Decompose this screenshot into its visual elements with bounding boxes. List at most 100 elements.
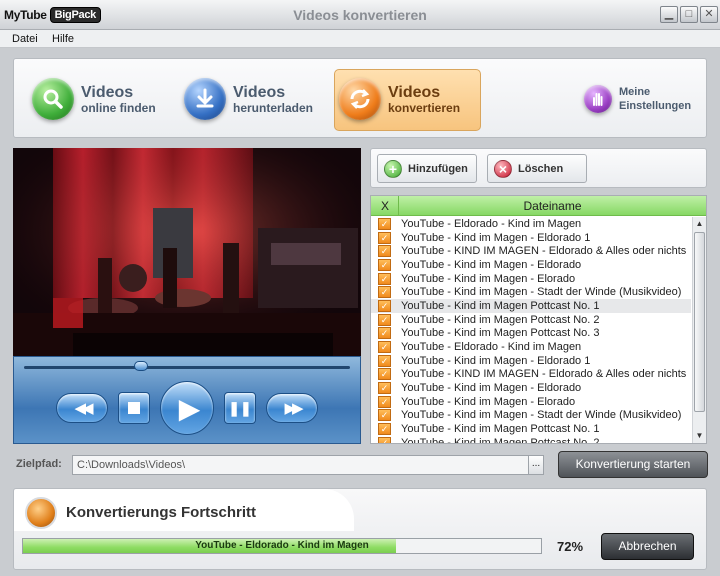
- file-checkbox[interactable]: ✓: [378, 231, 391, 244]
- file-checkbox[interactable]: ✓: [378, 354, 391, 367]
- file-row[interactable]: ✓ YouTube - KIND IM MAGEN - Eldorado & Al…: [371, 368, 691, 382]
- file-checkbox[interactable]: ✓: [378, 272, 391, 285]
- file-checkbox[interactable]: ✓: [378, 436, 391, 443]
- file-name: YouTube - Kind im Magen Pottcast No. 1: [401, 423, 600, 436]
- delete-x-icon: ×: [494, 159, 512, 178]
- menu-bar: Datei Hilfe: [0, 30, 720, 48]
- nav-label-line1: Videos: [81, 83, 134, 101]
- file-checkbox[interactable]: ✓: [378, 217, 391, 230]
- hand-settings-icon: [584, 85, 612, 113]
- nav-videos-herunterladen[interactable]: Videos herunterladen: [184, 69, 313, 129]
- file-name: YouTube - Kind im Magen Pottcast No. 1: [401, 299, 600, 312]
- file-row[interactable]: ✓ YouTube - Kind im Magen Pottcast No. 1: [371, 299, 691, 313]
- file-name: YouTube - KIND IM MAGEN - Eldorado & All…: [401, 245, 687, 258]
- cancel-button[interactable]: Abbrechen: [601, 533, 694, 560]
- file-name: YouTube - Kind im Magen - Eldorado: [401, 382, 582, 395]
- file-row[interactable]: ✓ YouTube - Eldorado - Kind im Magen: [371, 340, 691, 354]
- delete-button[interactable]: × Löschen: [487, 154, 587, 183]
- window-title: Videos konvertieren: [293, 7, 427, 23]
- settings-label-line2: Einstellungen: [619, 100, 692, 112]
- file-checkbox[interactable]: ✓: [378, 286, 391, 299]
- file-checkbox[interactable]: ✓: [378, 395, 391, 408]
- maximize-button[interactable]: □: [680, 6, 698, 23]
- file-row[interactable]: ✓ YouTube - Kind im Magen - Eldorado 1: [371, 231, 691, 245]
- file-name: YouTube - Kind im Magen - Eldorado 1: [401, 231, 591, 244]
- file-row[interactable]: ✓ YouTube - Kind im Magen - Elorado: [371, 395, 691, 409]
- video-frame: [13, 148, 361, 356]
- file-row[interactable]: ✓ YouTube - KIND IM MAGEN - Eldorado & Al…: [371, 244, 691, 258]
- file-name: YouTube - Eldorado - Kind im Magen: [401, 341, 582, 354]
- file-checkbox[interactable]: ✓: [378, 258, 391, 271]
- video-preview: [13, 148, 361, 356]
- play-icon: ▶: [178, 392, 201, 424]
- nav-panel: Videos online finden Videos herunterlade…: [13, 58, 707, 138]
- file-checkbox[interactable]: ✓: [378, 299, 391, 312]
- target-path-field[interactable]: [72, 455, 529, 475]
- scroll-thumb[interactable]: [694, 232, 705, 412]
- file-list-header: X Dateiname: [371, 196, 706, 216]
- delete-button-label: Löschen: [518, 162, 564, 175]
- file-list-scrollbar[interactable]: ▲ ▼: [692, 217, 706, 443]
- file-name: YouTube - Kind im Magen - Eldorado 1: [401, 354, 591, 367]
- play-button[interactable]: ▶: [160, 381, 214, 435]
- file-row[interactable]: ✓ YouTube - Kind im Magen - Eldorado: [371, 381, 691, 395]
- file-checkbox[interactable]: ✓: [378, 327, 391, 340]
- file-name: YouTube - Kind im Magen - Eldorado: [401, 258, 582, 271]
- fast-forward-button[interactable]: ▶▶: [266, 393, 318, 423]
- target-path-label: Zielpfad:: [16, 458, 62, 470]
- download-arrow-icon: [184, 78, 226, 120]
- convert-arrows-icon: [339, 78, 381, 120]
- nav-meine-einstellungen[interactable]: Meine Einstellungen: [584, 69, 691, 129]
- file-row[interactable]: ✓ YouTube - Kind im Magen - Elorado: [371, 272, 691, 286]
- nav-label-line2: online finden: [81, 100, 156, 115]
- pause-button[interactable]: ❚❚: [224, 392, 256, 424]
- file-row[interactable]: ✓ YouTube - Kind im Magen - Stadt der Win…: [371, 285, 691, 299]
- file-name: YouTube - Kind im Magen Pottcast No. 3: [401, 327, 600, 340]
- progress-header: Konvertierungs Fortschritt: [14, 489, 354, 531]
- start-conversion-button[interactable]: Konvertierung starten: [558, 451, 708, 478]
- file-checkbox[interactable]: ✓: [378, 382, 391, 395]
- rewind-icon: ◀◀: [74, 400, 93, 417]
- file-row[interactable]: ✓ YouTube - Kind im Magen - Eldorado 1: [371, 354, 691, 368]
- nav-videos-konvertieren[interactable]: Videos konvertieren: [339, 69, 460, 129]
- menu-datei[interactable]: Datei: [12, 33, 38, 45]
- scroll-up-icon[interactable]: ▲: [693, 217, 706, 231]
- file-name: YouTube - Eldorado - Kind im Magen: [401, 217, 582, 230]
- file-checkbox[interactable]: ✓: [378, 245, 391, 258]
- file-row[interactable]: ✓ YouTube - Eldorado - Kind im Magen: [371, 217, 691, 231]
- file-name: YouTube - KIND IM MAGEN - Eldorado & All…: [401, 368, 687, 381]
- progress-current-file: YouTube - Eldorado - Kind im Magen: [195, 540, 369, 551]
- file-row[interactable]: ✓ YouTube - Kind im Magen Pottcast No. 2: [371, 436, 691, 443]
- add-button[interactable]: + Hinzufügen: [377, 154, 477, 183]
- file-checkbox[interactable]: ✓: [378, 409, 391, 422]
- file-checkbox[interactable]: ✓: [378, 341, 391, 354]
- player-controls: ◀◀ ▶ ❚❚ ▶▶: [13, 356, 361, 444]
- close-button[interactable]: ✕: [700, 6, 718, 23]
- nav-videos-online-finden[interactable]: Videos online finden: [32, 69, 156, 129]
- menu-hilfe[interactable]: Hilfe: [52, 33, 74, 45]
- seek-handle[interactable]: [134, 361, 149, 371]
- file-checkbox[interactable]: ✓: [378, 313, 391, 326]
- search-globe-icon: [32, 78, 74, 120]
- file-row[interactable]: ✓ YouTube - Kind im Magen Pottcast No. 1: [371, 422, 691, 436]
- file-checkbox[interactable]: ✓: [378, 423, 391, 436]
- file-row[interactable]: ✓ YouTube - Kind im Magen Pottcast No. 3: [371, 327, 691, 341]
- close-icon: ✕: [704, 8, 714, 20]
- add-button-label: Hinzufügen: [408, 162, 468, 175]
- nav-label-line1: Videos: [388, 83, 441, 101]
- minimize-button[interactable]: ▁: [660, 6, 678, 23]
- file-checkbox[interactable]: ✓: [378, 368, 391, 381]
- file-rows: ✓ YouTube - Eldorado - Kind im Magen ✓ YouT…: [371, 217, 691, 443]
- seek-track[interactable]: [24, 366, 350, 369]
- scroll-down-icon[interactable]: ▼: [693, 429, 706, 443]
- file-row[interactable]: ✓ YouTube - Kind im Magen Pottcast No. 2: [371, 313, 691, 327]
- column-header-check[interactable]: X: [381, 199, 389, 213]
- file-row[interactable]: ✓ YouTube - Kind im Magen - Stadt der Win…: [371, 409, 691, 423]
- browse-button[interactable]: ...: [528, 455, 544, 475]
- file-row[interactable]: ✓ YouTube - Kind im Magen - Eldorado: [371, 258, 691, 272]
- nav-label-line2: konvertieren: [388, 100, 461, 115]
- pause-icon: ❚❚: [228, 399, 252, 416]
- rewind-button[interactable]: ◀◀: [56, 393, 108, 423]
- column-header-filename[interactable]: Dateiname: [399, 199, 706, 213]
- stop-button[interactable]: [118, 392, 150, 424]
